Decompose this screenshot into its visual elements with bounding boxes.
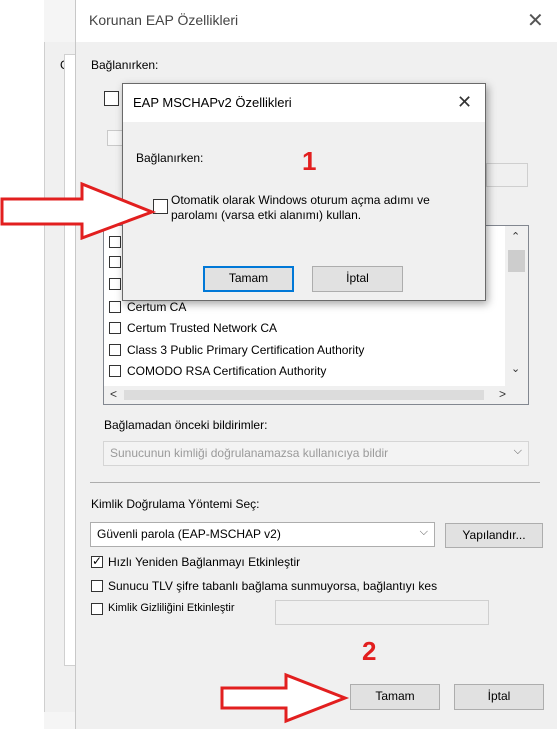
- list-item-label: Certum Trusted Network CA: [127, 321, 278, 335]
- list-item-checkbox[interactable]: [109, 344, 121, 356]
- list-item[interactable]: COMODO RSA Certification Authority: [109, 361, 326, 381]
- connecting-label: Bağlanırken:: [91, 58, 159, 72]
- scroll-thumb[interactable]: [508, 250, 525, 272]
- configure-button[interactable]: Yapılandır...: [445, 523, 543, 548]
- verify-server-checkbox[interactable]: [104, 91, 119, 106]
- list-item-label: COMODO RSA Certification Authority: [127, 364, 327, 378]
- cancel-button[interactable]: İptal: [454, 684, 544, 710]
- sub-connecting-label: Bağlanırken:: [136, 151, 204, 165]
- auto-logon-label-line2: parolamı (varsa etki alanımı) kullan.: [171, 208, 362, 222]
- scroll-left-icon[interactable]: <: [110, 387, 117, 401]
- identity-privacy-label: Kimlik Gizliliğini Etkinleştir: [108, 602, 235, 614]
- hidden-checkbox-partial: [107, 130, 123, 146]
- step-1-number: 1: [302, 146, 317, 176]
- list-item-checkbox[interactable]: [109, 365, 121, 377]
- list-item-checkbox[interactable]: [109, 278, 121, 290]
- chevron-down-icon: ⌵: [513, 445, 522, 457]
- notifications-select-value: Sunucunun kimliği doğrulanamazsa kullanı…: [110, 446, 389, 460]
- auth-method-label: Kimlik Doğrulama Yöntemi Seç:: [91, 497, 260, 511]
- hscroll-thumb[interactable]: [124, 390, 484, 400]
- list-item-checkbox[interactable]: [109, 301, 121, 313]
- scroll-down-icon[interactable]: ⌄: [511, 362, 520, 375]
- notifications-label: Bağlamadan önceki bildirimler:: [104, 418, 268, 432]
- identity-privacy-checkbox[interactable]: [91, 603, 103, 615]
- sub-ok-button[interactable]: Tamam: [203, 266, 294, 292]
- chevron-down-icon: ⌵: [419, 526, 428, 538]
- step-2-number: 2: [362, 636, 377, 666]
- list-item-checkbox[interactable]: [109, 256, 121, 268]
- notifications-select: Sunucunun kimliği doğrulanamazsa kullanı…: [103, 441, 529, 466]
- auth-method-select-value: Güvenli parola (EAP-MSCHAP v2): [97, 527, 281, 541]
- server-names-field[interactable]: [486, 163, 528, 187]
- arrow-right-icon: [220, 672, 350, 724]
- fast-reconnect-label: Hızlı Yeniden Bağlanmayı Etkinleştir: [108, 555, 301, 569]
- ok-button[interactable]: Tamam: [350, 684, 440, 710]
- auth-method-select[interactable]: Güvenli parola (EAP-MSCHAP v2) ⌵: [90, 522, 435, 547]
- main-dialog-title: Korunan EAP Özellikleri: [89, 12, 239, 28]
- arrow-right-icon: [0, 181, 157, 240]
- sub-cancel-button[interactable]: İptal: [312, 266, 403, 292]
- close-icon[interactable]: ✕: [457, 93, 472, 111]
- auto-logon-label-line1: Otomatik olarak Windows oturum açma adım…: [171, 193, 430, 207]
- fast-reconnect-checkbox[interactable]: [91, 554, 103, 568]
- list-item-checkbox[interactable]: [109, 322, 121, 334]
- list-item[interactable]: Certum Trusted Network CA: [109, 318, 277, 338]
- tlv-label: Sunucu TLV şifre tabanlı bağlama sunmuyo…: [108, 579, 438, 593]
- scroll-up-icon[interactable]: ⌃: [511, 230, 520, 243]
- tlv-checkbox[interactable]: [91, 580, 103, 592]
- list-item[interactable]: Class 3 Public Primary Certification Aut…: [109, 340, 364, 360]
- anonymous-identity-field[interactable]: [275, 600, 489, 625]
- list-item-label: Certum CA: [127, 300, 187, 314]
- group-frame-bottom: [90, 482, 540, 483]
- close-icon[interactable]: ✕: [527, 11, 544, 31]
- list-item-label: Class 3 Public Primary Certification Aut…: [127, 343, 365, 357]
- scroll-right-icon[interactable]: >: [499, 387, 506, 401]
- sub-dialog-title: EAP MSCHAPv2 Özellikleri: [133, 95, 292, 110]
